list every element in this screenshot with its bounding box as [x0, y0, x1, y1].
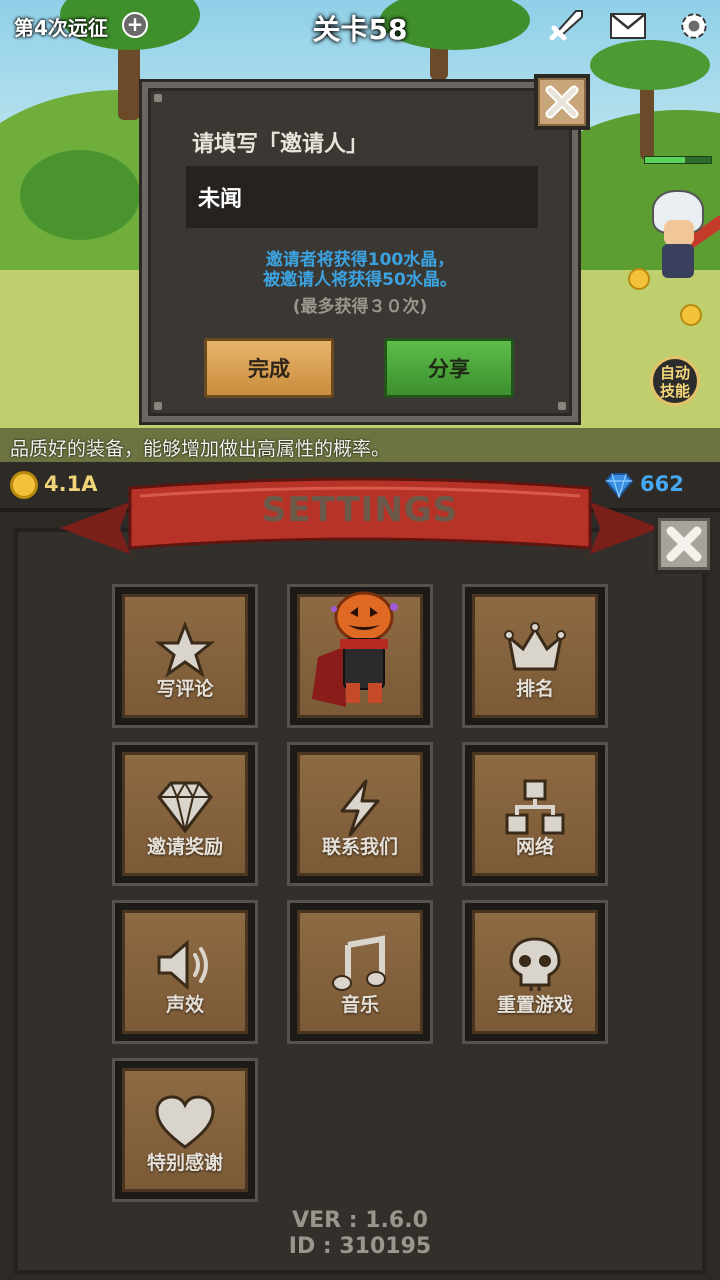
music-button[interactable]: 音乐 — [287, 900, 433, 1044]
invite-reward-info: 邀请者将获得100水晶， 被邀请人将获得50水晶。 — [148, 250, 572, 290]
lightning-icon — [340, 779, 380, 837]
sword-icon[interactable] — [546, 8, 586, 44]
heart-icon — [155, 1095, 215, 1149]
tile-label: 写评论 — [156, 678, 214, 700]
network-icon — [505, 779, 565, 835]
invite-dialog-close-button[interactable] — [534, 74, 590, 130]
contact-us-button[interactable]: 联系我们 — [287, 742, 433, 886]
settings-close-button[interactable] — [654, 514, 714, 574]
add-expedition-button[interactable]: + — [122, 12, 148, 38]
tip-text: 品质好的装备，能够增加做出高属性的概率。 — [10, 438, 391, 460]
crown-icon — [504, 622, 566, 671]
tile-label: 声效 — [165, 994, 204, 1016]
close-icon — [545, 85, 579, 119]
invite-dialog-title: 请填写「邀请人」 — [192, 132, 369, 157]
coin-drop-icon — [628, 268, 650, 290]
auto-skill-button[interactable]: 自动技能 — [650, 356, 700, 406]
tile-label: 排名 — [515, 678, 554, 700]
ranking-button[interactable]: 排名 — [462, 584, 608, 728]
reset-game-button[interactable]: 重置游戏 — [462, 900, 608, 1044]
version-info: VER : 1.6.0 ID : 310195 — [0, 1208, 720, 1260]
stage-title: 关卡58 — [312, 13, 408, 46]
settings-title: SETTINGS — [261, 490, 459, 530]
tile-label: 网络 — [515, 836, 554, 858]
invite-dialog: 请填写「邀请人」 邀请者将获得100水晶， 被邀请人将获得50水晶。 (最多获得… — [142, 82, 578, 422]
tile-label: 联系我们 — [321, 836, 398, 858]
bush — [20, 150, 140, 240]
special-thanks-button[interactable]: 特别感谢 — [112, 1058, 258, 1202]
expedition-count: 第4次远征 — [14, 16, 108, 40]
coin-drop-icon — [680, 304, 702, 326]
mail-icon[interactable] — [608, 8, 648, 44]
invitee-reward-line: 被邀请人将获得50水晶。 — [263, 270, 457, 290]
speaker-icon — [157, 939, 208, 991]
inviter-name-input[interactable] — [186, 166, 538, 228]
star-icon — [154, 620, 216, 678]
sound-effects-button[interactable]: 声效 — [112, 900, 258, 1044]
skull-icon — [509, 937, 561, 991]
tile-label: 音乐 — [340, 994, 379, 1016]
music-note-icon — [332, 935, 386, 991]
pumpkin-character-icon — [312, 591, 398, 707]
hero-character — [648, 190, 720, 290]
done-button[interactable]: 完成 — [204, 338, 334, 398]
gear-icon[interactable] — [674, 8, 714, 44]
tip-bar: 品质好的装备，能够增加做出高属性的概率。 — [0, 428, 720, 462]
version-text: VER : 1.6.0 — [292, 1208, 428, 1233]
tile-label: 重置游戏 — [496, 994, 573, 1016]
invite-reward-line: 邀请者将获得100水晶， — [265, 250, 455, 270]
character-tile[interactable] — [287, 584, 433, 728]
invite-reward-button[interactable]: 邀请奖励 — [112, 742, 258, 886]
hero-health-bar — [644, 156, 712, 164]
diamond-icon — [157, 780, 213, 834]
close-icon — [666, 526, 702, 562]
invite-limit-text: (最多获得３０次) — [292, 297, 428, 317]
top-bar: 第4次远征 + 关卡58 — [0, 0, 720, 54]
tile-label: 邀请奖励 — [146, 836, 223, 858]
network-button[interactable]: 网络 — [462, 742, 608, 886]
tile-label: 特别感谢 — [146, 1152, 223, 1174]
share-button[interactable]: 分享 — [384, 338, 514, 398]
gold-coin-icon — [10, 471, 38, 499]
write-review-button[interactable]: 写评论 — [112, 584, 258, 728]
user-id-text: ID : 310195 — [288, 1234, 432, 1259]
